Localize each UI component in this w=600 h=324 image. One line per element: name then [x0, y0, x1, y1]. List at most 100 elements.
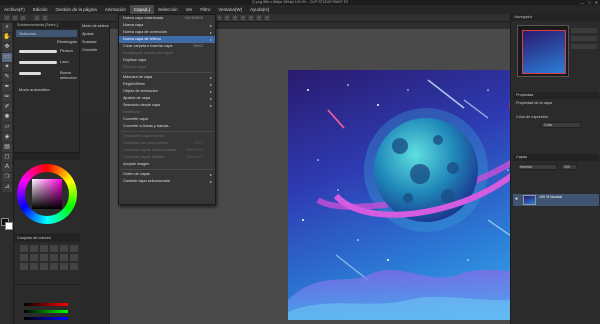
color-cell[interactable] [30, 263, 38, 270]
red-slider[interactable] [24, 303, 68, 306]
subtool-brush-2[interactable]: Lazo [16, 57, 77, 67]
move-tool-icon[interactable]: ✥ [2, 43, 12, 52]
menu-item[interactable]: Convertir a líneas y tramas... [119, 123, 215, 130]
menu-item[interactable]: Nueva capa rasterizada Ctrl+Shift+N [119, 15, 215, 22]
menu-animacion[interactable]: Animación [101, 5, 130, 14]
subtool-brush-3[interactable]: Borrar selección [16, 68, 77, 80]
new-file-icon[interactable] [4, 15, 10, 21]
prop-row[interactable]: Suavizar [80, 38, 109, 46]
color-cell[interactable] [20, 245, 28, 252]
color-cell[interactable] [40, 263, 48, 270]
menu-item[interactable]: Máscara de capa ▸ [119, 74, 215, 81]
snap-grid-icon[interactable] [264, 15, 270, 21]
open-file-icon[interactable] [12, 15, 18, 21]
menu-item[interactable]: Convertir capa [119, 116, 215, 123]
color-cell[interactable] [50, 263, 58, 270]
menu-seleccion[interactable]: Selección [154, 5, 182, 14]
transform-icon[interactable] [224, 15, 230, 21]
fill-tool-icon[interactable]: ◈ [2, 133, 12, 142]
nav-zoom-control[interactable] [571, 28, 597, 33]
redo-icon[interactable] [42, 15, 48, 21]
color-cell[interactable] [30, 245, 38, 252]
deselect-icon[interactable] [232, 15, 238, 21]
color-cell[interactable] [40, 254, 48, 261]
menu-item[interactable]: Acoplar imagen [119, 161, 215, 168]
prop-row[interactable]: Convertir [80, 46, 109, 54]
pencil-tool-icon[interactable]: ✏ [2, 93, 12, 102]
prop-row[interactable]: Ajustar [80, 30, 109, 38]
save-icon[interactable] [20, 15, 26, 21]
hand-tool-icon[interactable]: ✋ [2, 33, 12, 42]
balloon-tool-icon[interactable]: ❍ [2, 173, 12, 182]
menu-item[interactable]: Nueva capa de corrección ▸ [119, 29, 215, 36]
menu-item[interactable]: Nueva capa ▸ [119, 22, 215, 29]
color-wheel[interactable] [17, 164, 77, 224]
saturation-brightness-square[interactable] [32, 179, 62, 209]
eyedropper-tool-icon[interactable]: ✎ [2, 73, 12, 82]
menu-filtro[interactable]: Filtro [196, 5, 214, 14]
selection-tool-icon[interactable]: ▭ [2, 53, 12, 62]
nav-flip-control[interactable] [571, 44, 597, 49]
sub-color-swatch[interactable] [5, 222, 13, 230]
auto-select-tool-icon[interactable]: ✦ [2, 63, 12, 72]
layer-property-header[interactable]: Propiedad [513, 92, 599, 99]
nav-rotate-control[interactable] [571, 36, 597, 41]
green-slider[interactable] [24, 310, 68, 313]
color-cell[interactable] [30, 254, 38, 261]
color-cell[interactable] [20, 263, 28, 270]
menu-edicion[interactable]: Edición [29, 5, 52, 14]
snap-ruler-icon[interactable] [256, 15, 262, 21]
color-cell[interactable] [60, 263, 68, 270]
color-cell[interactable] [70, 245, 78, 252]
figure-tool-icon[interactable]: ◻ [2, 153, 12, 162]
blend-mode-select[interactable]: Normal [517, 164, 557, 170]
gradient-tool-icon[interactable]: ▤ [2, 143, 12, 152]
menu-item[interactable]: Selección desde capa ▸ [119, 102, 215, 109]
subtool-selection-group[interactable]: Selección [16, 30, 77, 37]
zoom-tool-icon[interactable]: ⌕ [2, 23, 12, 32]
undo-icon[interactable] [34, 15, 40, 21]
menu-capa[interactable]: Capa(L) [129, 5, 155, 14]
menu-item[interactable]: Nueva capa de relleno ▸ [119, 36, 215, 43]
text-tool-icon[interactable]: A [2, 163, 12, 172]
color-cell[interactable] [20, 254, 28, 261]
menu-ayuda[interactable]: Ayuda(H) [246, 5, 273, 14]
subtool-brush-1[interactable]: Pintura [16, 46, 77, 56]
color-cell[interactable] [70, 254, 78, 261]
color-cell[interactable] [40, 245, 48, 252]
menu-ver[interactable]: Ver [182, 5, 197, 14]
menu-item[interactable]: Duplicar capa [119, 57, 215, 64]
prop-row[interactable]: Modo de selección [80, 22, 109, 30]
layer-row[interactable]: ● 100 % Normal [513, 194, 599, 206]
color-cell[interactable] [70, 263, 78, 270]
menu-ventana[interactable]: Ventana(W) [214, 5, 246, 14]
navigator-tab[interactable]: Navegador [511, 14, 536, 21]
color-cell[interactable] [50, 245, 58, 252]
layer-color-select[interactable]: Color [541, 122, 581, 128]
navigator-thumbnail[interactable] [517, 25, 569, 77]
airbrush-tool-icon[interactable]: ✺ [2, 113, 12, 122]
eye-icon[interactable]: ● [515, 196, 518, 202]
menu-item[interactable]: Cambiar capa seleccionada ▸ [119, 178, 215, 185]
layers-header[interactable]: Capas [513, 154, 599, 161]
color-cell[interactable] [60, 245, 68, 252]
menu-item[interactable]: Crear carpeta e insertar capa Ctrl+G [119, 43, 215, 50]
subtool-tab[interactable]: Subherramienta [Selec.] [14, 22, 61, 29]
menu-item[interactable]: Objeto de animación ▸ [119, 88, 215, 95]
menu-item[interactable]: Ajustes de capa ▸ [119, 95, 215, 102]
menu-item[interactable]: Regla/Viñeta ▸ [119, 81, 215, 88]
opacity-field[interactable]: 100 [561, 164, 577, 170]
clear-icon[interactable] [216, 15, 222, 21]
invert-selection-icon[interactable] [240, 15, 246, 21]
ruler-tool-icon[interactable]: ⊿ [2, 183, 12, 192]
brush-tool-icon[interactable]: ✐ [2, 103, 12, 112]
color-cell[interactable] [50, 254, 58, 261]
menu-archivo[interactable]: Archivo(F) [0, 5, 29, 14]
menu-gestion-pagina[interactable]: Gestión de la página [52, 5, 101, 14]
eraser-tool-icon[interactable]: ▱ [2, 123, 12, 132]
auto-mode-option[interactable]: Modo automático [16, 86, 77, 93]
pen-tool-icon[interactable]: ✒ [2, 83, 12, 92]
selection-launcher-icon[interactable] [248, 15, 254, 21]
subtool-rectangle[interactable]: Rectángulo [54, 38, 77, 45]
color-cell[interactable] [60, 254, 68, 261]
